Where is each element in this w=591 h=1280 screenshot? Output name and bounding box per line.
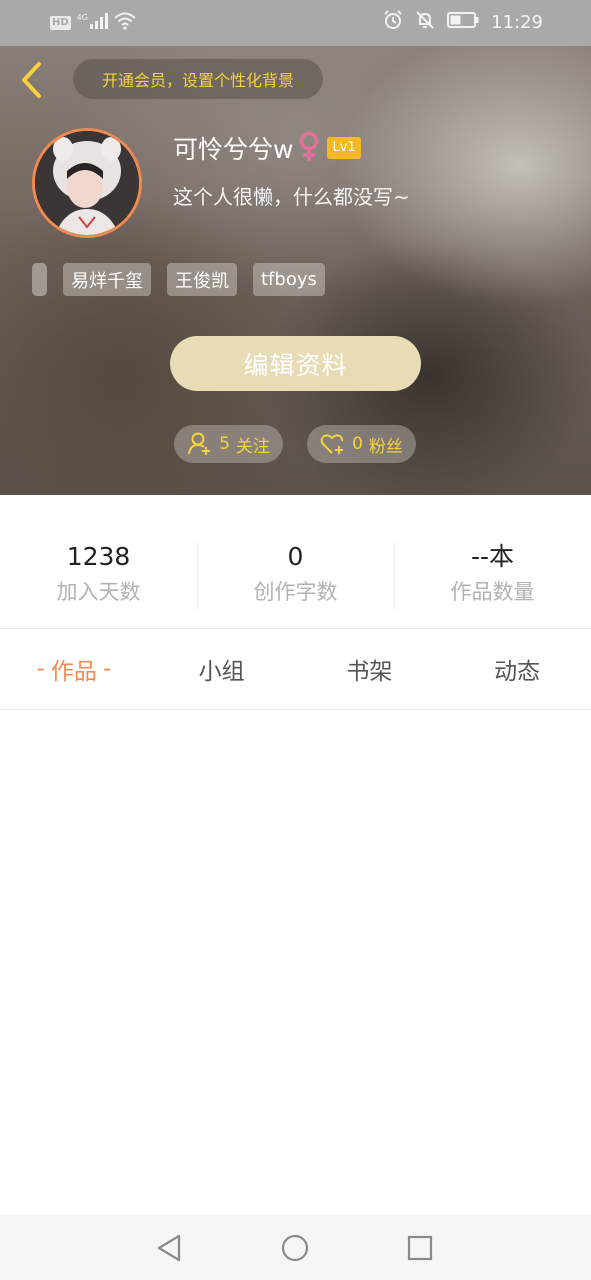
tab-works[interactable]: - 作品 -: [0, 630, 148, 708]
following-label: 关注: [235, 436, 270, 457]
profile-tabs: - 作品 - 小组 书架 动态: [0, 630, 591, 708]
network-type: 4G: [76, 12, 88, 22]
back-button[interactable]: [14, 60, 48, 100]
signal-icon: [89, 13, 108, 33]
tag-empty[interactable]: [32, 263, 47, 296]
stat-join-days: 1238 加入天数: [0, 540, 197, 612]
fans-count: 0: [352, 434, 363, 454]
interest-tags: 易烊千玺 王俊凯 tfboys: [32, 263, 341, 296]
circle-home-icon: [281, 1234, 309, 1262]
level-badge: Lv1: [327, 137, 361, 159]
back-arrow-icon: [22, 62, 41, 98]
nav-back-button[interactable]: [154, 1233, 184, 1263]
wifi-icon: [114, 12, 136, 34]
tab-indicator: -: [102, 656, 112, 682]
tab-label: 动态: [494, 659, 541, 685]
tab-indicator: -: [36, 656, 45, 682]
avatar-image: [35, 131, 139, 235]
stat-value: 1238: [66, 542, 131, 571]
fans-button[interactable]: 0 粉丝: [307, 425, 416, 463]
nav-home-button[interactable]: [280, 1233, 310, 1263]
profile-header: 开通会员，设置个性化背景 可怜兮兮w Lv1 这个人很懒，什么都没写~ 易烊千玺…: [0, 46, 591, 495]
stat-works-count: --本 作品数量: [394, 540, 591, 612]
status-bar: HD 4G 11:29: [0, 0, 591, 46]
tab-label: 小组: [198, 659, 245, 685]
alarm-icon: [383, 10, 403, 34]
hd-badge: HD: [50, 16, 71, 30]
tab-label: 书架: [346, 659, 393, 685]
divider: [0, 709, 591, 710]
tab-bookshelf[interactable]: 书架: [296, 630, 444, 708]
following-count: 5: [219, 434, 230, 454]
fans-label: 粉丝: [368, 436, 403, 457]
tab-label: 作品: [50, 659, 97, 685]
username-row: 可怜兮兮w Lv1: [173, 130, 361, 166]
edit-profile-button[interactable]: 编辑资料: [170, 336, 421, 391]
system-nav-bar: [0, 1215, 591, 1280]
avatar[interactable]: [32, 128, 142, 238]
mute-icon: [415, 10, 435, 34]
square-recents-icon: [407, 1235, 433, 1261]
nav-recents-button[interactable]: [405, 1233, 435, 1263]
vip-background-button[interactable]: 开通会员，设置个性化背景: [73, 59, 323, 99]
tag-item[interactable]: tfboys: [253, 263, 325, 296]
heart-plus-icon: [320, 434, 344, 454]
username: 可怜兮兮w: [173, 135, 294, 164]
status-time: 11:29: [491, 11, 543, 33]
battery-icon: [447, 12, 479, 32]
profile-bio: 这个人很懒，什么都没写~: [173, 185, 410, 209]
stat-label: 加入天数: [56, 580, 141, 604]
divider: [0, 628, 591, 629]
tab-groups[interactable]: 小组: [148, 630, 296, 708]
profile-stats: 1238 加入天数 0 创作字数 --本 作品数量: [0, 540, 591, 612]
stat-value: 0: [287, 542, 304, 571]
status-left: HD 4G: [50, 12, 136, 34]
tag-item[interactable]: 易烊千玺: [63, 263, 151, 296]
stat-label: 作品数量: [450, 580, 535, 604]
stat-word-count: 0 创作字数: [197, 540, 394, 612]
triangle-back-icon: [157, 1234, 181, 1262]
stat-label: 创作字数: [253, 580, 338, 604]
following-button[interactable]: 5 关注: [174, 425, 283, 463]
status-right: 11:29: [383, 10, 543, 34]
add-user-icon: [188, 432, 211, 455]
stat-value: --本: [470, 542, 515, 571]
female-icon: [299, 131, 319, 167]
tag-item[interactable]: 王俊凯: [167, 263, 237, 296]
tab-activity[interactable]: 动态: [443, 630, 591, 708]
